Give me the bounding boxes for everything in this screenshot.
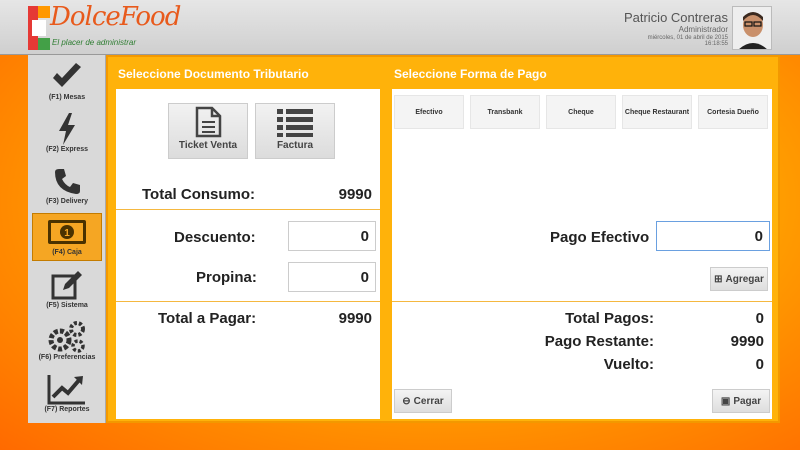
sidebar-item-label: (F4) Caja: [52, 249, 82, 256]
vuelto-value: 0: [755, 356, 764, 373]
document-card: Ticket Venta Factura Total Consumo: 9990…: [116, 89, 380, 419]
avatar[interactable]: [732, 6, 772, 50]
sidebar-item-mesas[interactable]: (F1) Mesas: [32, 59, 102, 107]
svg-text:1: 1: [64, 228, 70, 239]
tab-transbank[interactable]: Transbank: [470, 95, 540, 129]
user-name: Patricio Contreras: [623, 10, 728, 25]
sidebar-item-label: (F3) Delivery: [45, 198, 89, 205]
phone-icon: [55, 169, 80, 194]
propina-label: Propina:: [196, 269, 257, 286]
sidebar-item-preferencias[interactable]: (F6) Preferencias: [32, 319, 102, 367]
payment-card: Efectivo Transbank Cheque Cheque Restaur…: [392, 89, 772, 419]
document-panel-title: Seleccione Documento Tributario: [118, 67, 309, 81]
money-icon: ▣: [720, 395, 731, 407]
propina-input[interactable]: [288, 262, 376, 292]
sidebar-item-sistema[interactable]: (F5) Sistema: [32, 267, 102, 315]
tab-efectivo[interactable]: Efectivo: [394, 95, 464, 129]
sidebar-item-label: (F7) Reportes: [44, 406, 90, 413]
sidebar-item-label: (F2) Express: [45, 146, 89, 153]
sidebar-item-label: (F1) Mesas: [48, 94, 86, 101]
cash-icon: 1: [48, 220, 86, 244]
user-avatar-icon: [733, 7, 771, 49]
gears-icon: [48, 321, 85, 353]
user-info: Patricio Contreras Administrador miércol…: [624, 10, 728, 47]
tab-cheque-restaurant[interactable]: Cheque Restaurant: [622, 95, 692, 129]
total-pagos-value: 0: [755, 310, 764, 327]
sidebar-item-express[interactable]: (F2) Express: [32, 111, 102, 159]
pago-efectivo-label: Pago Efectivo: [550, 229, 650, 246]
pago-restante-value: 9990: [730, 333, 764, 350]
sidebar-item-label: (F6) Preferencias: [38, 354, 96, 361]
cerrar-label: Cerrar: [413, 395, 444, 407]
minus-circle-icon: ⊖: [402, 395, 411, 407]
agregar-button[interactable]: ⊞ Agregar: [710, 267, 768, 291]
payment-panel-title: Seleccione Forma de Pago: [394, 67, 547, 81]
app-logo: DolceFood: [50, 2, 181, 32]
sidebar-item-caja[interactable]: 1 (F4) Caja: [32, 213, 102, 261]
sidebar-nav: (F1) Mesas (F2) Express (F3) Delivery 1 …: [28, 55, 106, 423]
divider: [392, 301, 772, 302]
total-pagos-label: Total Pagos:: [565, 310, 654, 327]
app-header: DolceFood El placer de administrar Patri…: [0, 0, 800, 55]
factura-label: Factura: [276, 140, 314, 151]
factura-button[interactable]: Factura: [255, 103, 335, 159]
pago-restante-label: Pago Restante:: [544, 333, 654, 350]
logo-mark-icon: [28, 6, 50, 50]
total-pagar-value: 9990: [338, 310, 372, 327]
total-pagar-label: Total a Pagar:: [158, 310, 257, 327]
total-consumo-label: Total Consumo:: [142, 186, 256, 203]
tab-cheque[interactable]: Cheque: [546, 95, 616, 129]
pagar-button[interactable]: ▣ Pagar: [712, 389, 770, 413]
chart-icon: [47, 375, 85, 405]
ticket-venta-label: Ticket Venta: [178, 140, 238, 151]
current-time: 16:18:55: [704, 41, 728, 47]
pagar-label: Pagar: [733, 395, 762, 407]
divider: [116, 301, 380, 302]
divider: [116, 209, 380, 210]
list-icon: [277, 109, 313, 137]
user-role: Administrador: [678, 25, 728, 34]
total-consumo-value: 9990: [338, 186, 372, 203]
document-icon: [195, 106, 222, 138]
descuento-label: Descuento:: [174, 229, 256, 246]
checkout-panel: Seleccione Documento Tributario Seleccio…: [106, 55, 780, 423]
sidebar-item-delivery[interactable]: (F3) Delivery: [32, 163, 102, 211]
sidebar-item-label: (F5) Sistema: [46, 302, 88, 309]
tab-cortesia-dueno[interactable]: Cortesia Dueño: [698, 95, 768, 129]
plus-icon: ⊞: [714, 273, 723, 285]
lightning-icon: [59, 113, 75, 145]
sidebar-item-reportes[interactable]: (F7) Reportes: [32, 371, 102, 419]
edit-icon: [51, 271, 82, 300]
cerrar-button[interactable]: ⊖ Cerrar: [394, 389, 452, 413]
vuelto-label: Vuelto:: [603, 356, 654, 373]
agregar-label: Agregar: [725, 273, 764, 285]
descuento-input[interactable]: [288, 221, 376, 251]
app-tagline: El placer de administrar: [52, 38, 137, 47]
pago-efectivo-input[interactable]: [656, 221, 770, 251]
check-icon: [53, 63, 81, 87]
ticket-venta-button[interactable]: Ticket Venta: [168, 103, 248, 159]
